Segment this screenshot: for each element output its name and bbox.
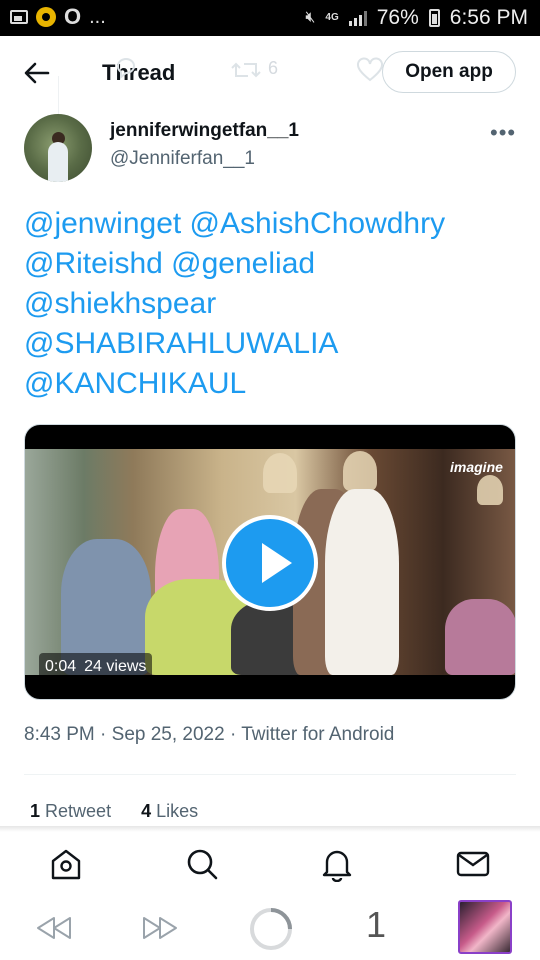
avatar-figure-body <box>48 142 68 182</box>
divider <box>24 774 516 775</box>
more-notifications-indicator: ... <box>89 6 106 28</box>
o-app-icon: O <box>64 4 82 29</box>
browser-toolbar: 1 <box>0 896 540 960</box>
home-icon[interactable] <box>48 846 84 882</box>
status-bar-system: 🔇︎ 4G 76% 6:56 PM <box>305 6 528 30</box>
lamp-shape <box>263 453 297 493</box>
mention-line[interactable]: @SHABIRAHLUWALIA <box>24 324 524 364</box>
video-meta: 0:04 24 views <box>39 653 153 681</box>
mention-line[interactable]: @KANCHIKAUL <box>24 364 524 404</box>
person-shape <box>445 599 515 675</box>
open-app-button[interactable]: Open app <box>382 51 516 93</box>
tweet-stats: 1 Retweet 4 Likes <box>30 801 198 822</box>
mention-line[interactable]: @jenwinget @AshishChowdhry <box>24 204 524 244</box>
video-player[interactable]: imagine 0:04 24 views <box>24 424 516 700</box>
like-count: 4 <box>141 801 152 821</box>
retweet-count: 1 <box>30 801 41 821</box>
lamp-shape <box>477 475 503 505</box>
person-shape <box>325 489 399 675</box>
back-arrow-icon[interactable] <box>22 58 52 88</box>
avatar[interactable] <box>24 114 92 182</box>
likes-stat[interactable]: 4 Likes <box>141 801 198 822</box>
messages-icon[interactable] <box>455 846 491 882</box>
battery-icon <box>428 9 440 27</box>
network-type: 4G <box>325 12 339 23</box>
mention-line[interactable]: @Riteishd @geneliad <box>24 244 524 284</box>
video-duration: 0:04 <box>45 658 77 675</box>
faded-like-icon <box>357 57 383 82</box>
faded-retweet-count: 6 <box>268 58 279 78</box>
tweet-timestamp[interactable]: 8:43 PM · Sep 25, 2022 · Twitter for And… <box>24 724 394 746</box>
rewind-back-icon[interactable] <box>34 912 74 944</box>
faded-retweet-icon <box>231 62 261 78</box>
tweet-text: @jenwinget @AshishChowdhry @Riteishd @ge… <box>24 204 524 404</box>
lamp-shape <box>343 451 377 491</box>
more-options-icon[interactable]: ••• <box>490 120 516 146</box>
thread-header: Thread 6 Open app <box>0 36 540 144</box>
bottom-nav <box>0 832 540 894</box>
notifications-icon[interactable] <box>319 846 355 882</box>
retweet-label: Retweet <box>45 801 112 821</box>
play-button[interactable] <box>222 515 318 611</box>
author-handle[interactable]: @Jenniferfan__1 <box>110 148 255 170</box>
video-views: 24 views <box>84 658 147 675</box>
status-bar-notifications: O ... <box>10 4 106 29</box>
image-notification-icon <box>10 10 28 24</box>
video-watermark-logo: imagine <box>450 459 503 475</box>
faded-reply-icon <box>117 58 136 80</box>
tab-thumbnail[interactable] <box>458 900 512 954</box>
mute-icon: 🔇︎ <box>305 9 316 26</box>
coin-app-icon <box>36 7 56 27</box>
clock: 6:56 PM <box>449 6 528 29</box>
author-name[interactable]: jenniferwingetfan__1 <box>110 120 299 142</box>
signal-icon <box>348 10 367 26</box>
forward-icon[interactable] <box>140 912 180 944</box>
loading-spinner-icon[interactable] <box>248 906 294 952</box>
likes-label: Likes <box>156 801 199 821</box>
status-bar: O ... 🔇︎ 4G 76% 6:56 PM <box>0 0 540 36</box>
mention-line[interactable]: @shiekhspear <box>24 284 524 324</box>
search-icon[interactable] <box>184 846 220 882</box>
retweet-stat[interactable]: 1 Retweet <box>30 801 111 822</box>
tab-count[interactable]: 1 <box>366 904 386 946</box>
battery-percent: 76% <box>376 6 419 29</box>
